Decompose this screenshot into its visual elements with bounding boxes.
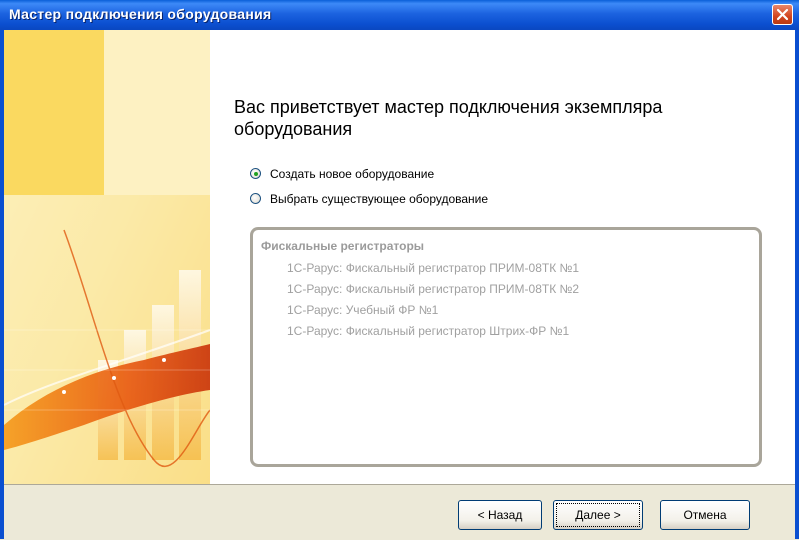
radio-button[interactable]	[250, 193, 261, 204]
radio-label-select-existing[interactable]: Выбрать существующее оборудование	[270, 192, 488, 206]
list-item[interactable]: 1С-Рарус: Фискальный регистратор ПРИМ-08…	[287, 282, 579, 296]
title-bar[interactable]: Мастер подключения оборудования	[0, 0, 799, 30]
cancel-button[interactable]: Отмена	[660, 500, 750, 530]
window-frame-right	[795, 30, 799, 539]
list-item[interactable]: 1С-Рарус: Учебный ФР №1	[287, 303, 438, 317]
next-button-label: Далее >	[575, 508, 621, 522]
list-item[interactable]: 1С-Рарус: Фискальный регистратор ПРИМ-08…	[287, 261, 579, 275]
banner-illustration	[4, 30, 210, 484]
equipment-list[interactable]: Фискальные регистраторы 1С-Рарус: Фискал…	[250, 227, 762, 467]
window-title: Мастер подключения оборудования	[9, 6, 272, 22]
wizard-heading: Вас приветствует мастер подключения экзе…	[234, 97, 663, 139]
back-button[interactable]: < Назад	[458, 500, 542, 530]
radio-button-selected[interactable]	[250, 168, 261, 179]
next-button[interactable]: Далее >	[553, 500, 643, 530]
close-button[interactable]	[772, 4, 793, 25]
list-item[interactable]: 1С-Рарус: Фискальный регистратор Штрих-Ф…	[287, 324, 569, 338]
wizard-window: Мастер подключения оборудования Вас прив…	[0, 0, 799, 540]
radio-label-create-new[interactable]: Создать новое оборудование	[270, 167, 434, 181]
list-group-label: Фискальные регистраторы	[261, 239, 425, 253]
close-icon	[776, 8, 789, 21]
